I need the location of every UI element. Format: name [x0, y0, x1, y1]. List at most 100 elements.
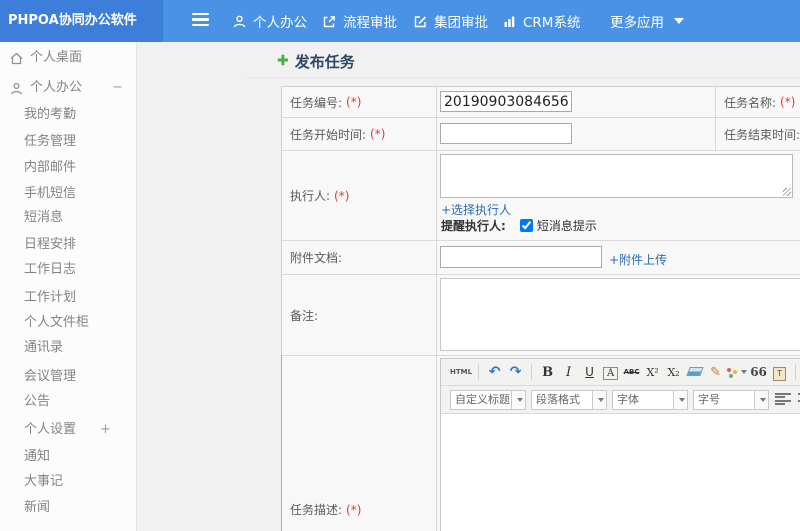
- nav-item-crm-system[interactable]: CRM系统: [502, 0, 580, 42]
- superscript-button[interactable]: X²: [643, 362, 662, 383]
- sidebar-item-schedule[interactable]: 日程安排: [0, 232, 136, 258]
- paste-as-text-icon[interactable]: T: [770, 362, 789, 383]
- sidebar-item-news[interactable]: 新闻: [0, 495, 136, 521]
- description-label-cell: 任务描述: (*): [282, 356, 437, 531]
- sms-remind-checkbox[interactable]: [519, 219, 533, 232]
- blockquote-button[interactable]: 66: [749, 362, 768, 383]
- sidebar-item-personal-settings[interactable]: 个人设置 +: [0, 417, 136, 443]
- sidebar-item-meeting-management[interactable]: 会议管理: [0, 364, 136, 390]
- caret-down-icon: [597, 397, 604, 402]
- select-executor-link[interactable]: +选择执行人: [441, 201, 511, 218]
- remind-executor-row: 提醒执行人: 短消息提示: [441, 217, 597, 234]
- app-window: PHPOA协同办公软件 个人办公 流程审批 集团审批 CRM系统 更多应用 个人…: [0, 0, 800, 531]
- caret-down-icon: [741, 370, 748, 374]
- description-label: 任务描述: (*): [290, 503, 362, 517]
- app-logo: PHPOA协同办公软件: [0, 0, 163, 42]
- sidebar-item-milestones[interactable]: 大事记: [0, 469, 136, 495]
- nav-item-group-approval[interactable]: 集团审批: [413, 0, 488, 42]
- sidebar-item-internal-mail[interactable]: 内部邮件: [0, 155, 136, 181]
- nav-item-workflow-approval[interactable]: 流程审批: [322, 0, 397, 42]
- attachment-field-cell: +附件上传: [437, 241, 800, 275]
- redo-button[interactable]: ↷: [506, 362, 525, 383]
- format-font-button[interactable]: A: [601, 362, 620, 383]
- rich-text-editor: HTML ↶ ↷ B I U A ABC X² X₂ ✎ 66 T 自定义标题 …: [440, 358, 800, 531]
- remark-label: 备注:: [282, 275, 437, 356]
- home-icon: [9, 50, 24, 76]
- top-navigation-bar: PHPOA协同办公软件 个人办公 流程审批 集团审批 CRM系统 更多应用: [0, 0, 800, 42]
- eraser-icon[interactable]: [685, 362, 704, 383]
- paintbrush-icon[interactable]: ✎: [706, 362, 725, 383]
- sidebar-item-short-message[interactable]: 短消息: [0, 205, 136, 231]
- resize-handle[interactable]: [783, 188, 791, 196]
- start-time-field-cell: [437, 118, 716, 151]
- sidebar-item-personal-office[interactable]: 个人办公 −: [0, 75, 136, 101]
- align-left-icon[interactable]: [774, 391, 792, 408]
- executor-textarea[interactable]: [440, 154, 793, 198]
- attachment-label: 附件文档:: [282, 241, 437, 275]
- required-mark: (*): [334, 188, 350, 203]
- collapse-minus-icon[interactable]: −: [112, 75, 123, 101]
- sidebar-item-task-management[interactable]: 任务管理: [0, 129, 136, 155]
- attachment-upload-link[interactable]: +附件上传: [609, 251, 667, 268]
- emoticons-icon[interactable]: [727, 362, 748, 383]
- required-mark: (*): [346, 95, 362, 109]
- sidebar-item-my-attendance[interactable]: 我的考勤: [0, 102, 136, 128]
- sidebar-item-mobile-sms[interactable]: 手机短信: [0, 181, 136, 207]
- user-icon: [233, 15, 246, 27]
- attachment-input[interactable]: [440, 246, 602, 268]
- start-time-label: 任务开始时间: (*): [282, 118, 437, 151]
- header-divider: [246, 77, 800, 78]
- page-title: ✚ 发布任务: [277, 50, 355, 72]
- page-title-text: 发布任务: [294, 52, 355, 71]
- sms-remind-option-label: 短消息提示: [536, 219, 597, 233]
- editor-content-area[interactable]: [441, 416, 800, 531]
- executor-label: 执行人: (*): [282, 151, 437, 241]
- sidebar-item-contacts[interactable]: 通讯录: [0, 335, 136, 361]
- hamburger-menu-icon[interactable]: [192, 13, 209, 28]
- nav-item-more-apps[interactable]: 更多应用: [610, 0, 684, 42]
- required-mark: (*): [370, 127, 386, 141]
- paragraph-format-dropdown[interactable]: 段落格式: [531, 389, 607, 410]
- description-row-accent-border: [281, 355, 282, 531]
- bold-button[interactable]: B: [538, 362, 557, 383]
- caret-down-icon: [678, 397, 685, 402]
- required-mark: (*): [346, 503, 362, 517]
- edit-icon: [414, 15, 427, 27]
- sidebar-item-work-log[interactable]: 工作日志: [0, 257, 136, 283]
- expand-plus-icon[interactable]: +: [100, 417, 111, 443]
- italic-button[interactable]: I: [559, 362, 578, 383]
- source-code-button[interactable]: HTML: [450, 362, 472, 383]
- sidebar-item-notice[interactable]: 通知: [0, 444, 136, 470]
- remark-field-cell: [437, 275, 800, 356]
- remind-executor-label: 提醒执行人:: [441, 219, 506, 233]
- font-family-dropdown[interactable]: 字体: [612, 389, 688, 410]
- task-number-input[interactable]: [440, 91, 572, 112]
- remark-textarea[interactable]: [440, 278, 800, 351]
- add-task-plus-icon: ✚: [277, 53, 289, 69]
- toolbar-separator: [531, 364, 533, 380]
- underline-button[interactable]: U: [580, 362, 599, 383]
- task-number-label: 任务编号: (*): [282, 87, 437, 118]
- toolbar-separator: [478, 364, 480, 380]
- start-time-input[interactable]: [440, 123, 572, 144]
- sidebar-item-personal-files[interactable]: 个人文件柜: [0, 310, 136, 336]
- task-name-label: 任务名称: (*): [716, 87, 800, 118]
- caret-down-icon: [674, 18, 684, 24]
- custom-heading-dropdown[interactable]: 自定义标题: [450, 389, 526, 410]
- editor-toolbar-row1: HTML ↶ ↷ B I U A ABC X² X₂ ✎ 66 T: [441, 359, 800, 386]
- strikethrough-button[interactable]: ABC: [622, 362, 641, 383]
- font-size-dropdown[interactable]: 字号: [693, 389, 769, 410]
- task-number-field-cell: [437, 87, 716, 118]
- nav-item-personal-office[interactable]: 个人办公: [232, 0, 307, 42]
- sidebar-item-personal-desktop[interactable]: 个人桌面: [0, 45, 136, 71]
- sidebar-menu: 个人桌面 个人办公 − 我的考勤 任务管理 内部邮件 手机短信 短消息 日程安排…: [0, 42, 137, 531]
- process-icon: [323, 15, 335, 27]
- caret-down-icon: [516, 397, 523, 402]
- required-mark: (*): [780, 95, 796, 109]
- sidebar-item-announcement[interactable]: 公告: [0, 389, 136, 415]
- sidebar-item-work-plan[interactable]: 工作计划: [0, 285, 136, 311]
- toolbar-separator: [795, 364, 797, 380]
- undo-button[interactable]: ↶: [485, 362, 504, 383]
- editor-toolbar-row2: 自定义标题 段落格式 字体 字号: [441, 386, 800, 414]
- subscript-button[interactable]: X₂: [664, 362, 683, 383]
